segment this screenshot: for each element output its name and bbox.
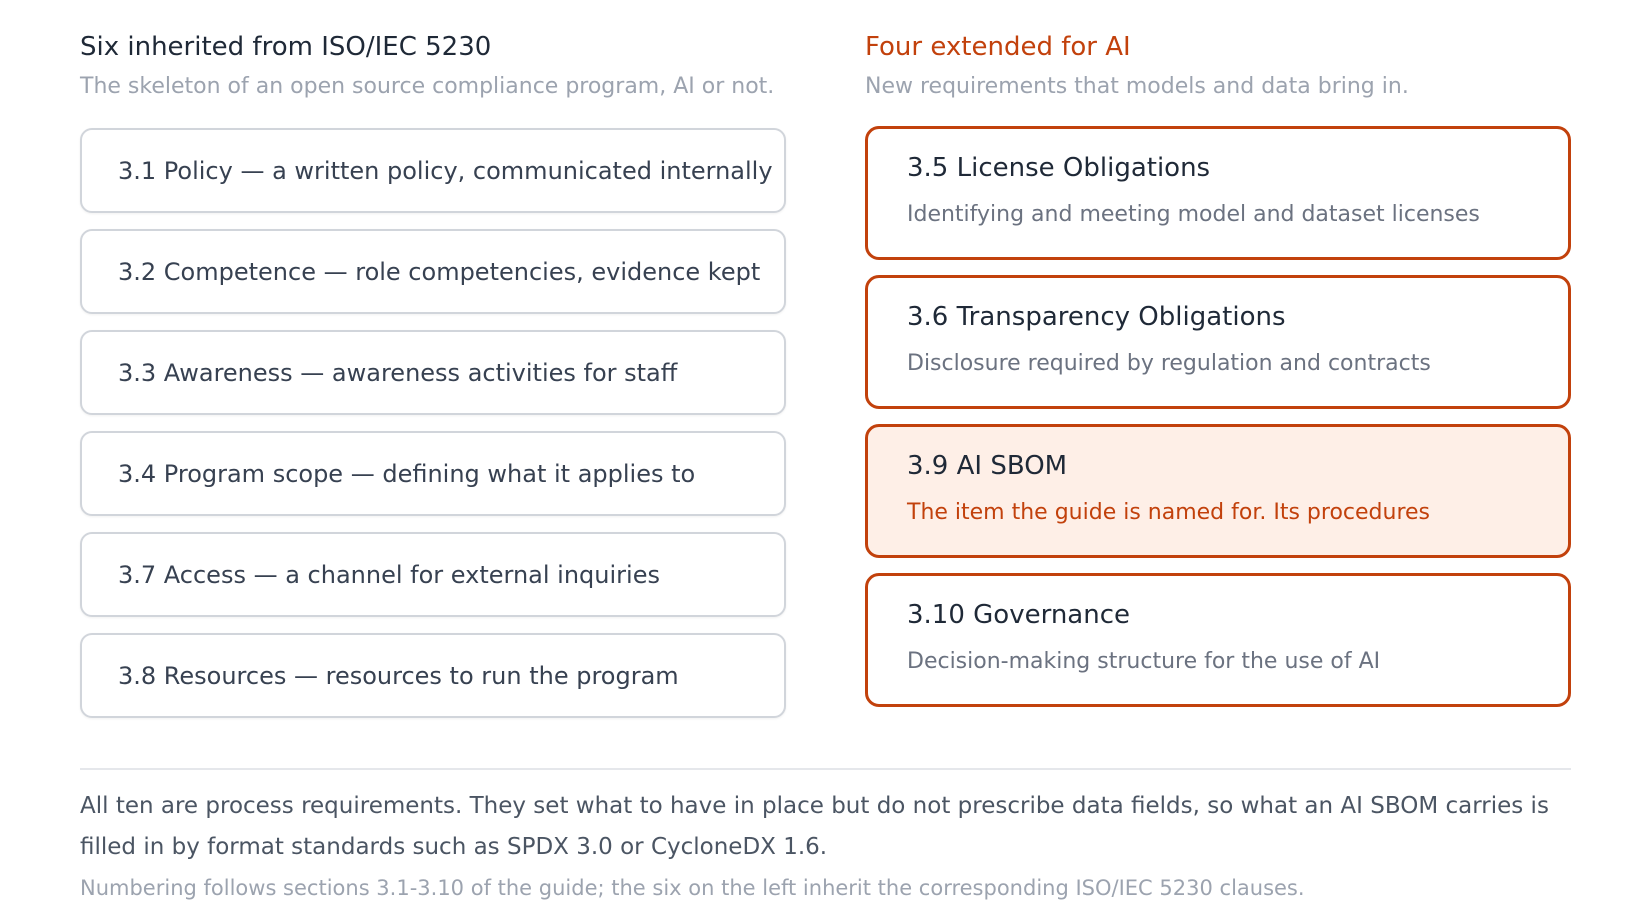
inherited-subtitle: The skeleton of an open source complianc… [80, 74, 775, 99]
extended-title: Four extended for AI [865, 32, 1131, 62]
inherited-item-resources: 3.8 Resources — resources to run the pro… [80, 633, 786, 718]
footer-divider [80, 768, 1571, 770]
extended-subtitle: New requirements that models and data br… [865, 74, 1409, 99]
inherited-column: Six inherited from ISO/IEC 5230 The skel… [80, 30, 786, 734]
extended-item-title: 3.10 Governance [907, 600, 1131, 630]
footer-summary: All ten are process requirements. They s… [80, 793, 1549, 860]
footer-note: Numbering follows sections 3.1-3.10 of t… [80, 876, 1305, 900]
inherited-list: 3.1 Policy — a written policy, communica… [80, 128, 786, 718]
inherited-title: Six inherited from ISO/IEC 5230 [80, 32, 492, 62]
extended-item-title: 3.9 AI SBOM [907, 451, 1068, 481]
extended-item-title: 3.6 Transparency Obligations [907, 302, 1286, 332]
extended-item-desc: Disclosure required by regulation and co… [907, 351, 1431, 376]
extended-item-governance: 3.10 Governance Decision-making structur… [865, 573, 1571, 707]
extended-item-title: 3.5 License Obligations [907, 153, 1211, 183]
extended-list: 3.5 License Obligations Identifying and … [865, 126, 1571, 707]
page: Six inherited from ISO/IEC 5230 The skel… [0, 0, 1640, 904]
extended-column: Four extended for AI New requirements th… [865, 30, 1571, 722]
extended-item-transparency-obligations: 3.6 Transparency Obligations Disclosure … [865, 275, 1571, 409]
inherited-item-access: 3.7 Access — a channel for external inqu… [80, 532, 786, 617]
inherited-item-competence: 3.2 Competence — role competencies, evid… [80, 229, 786, 314]
extended-item-desc: Identifying and meeting model and datase… [907, 202, 1480, 227]
extended-item-license-obligations: 3.5 License Obligations Identifying and … [865, 126, 1571, 260]
inherited-item-program-scope: 3.4 Program scope — defining what it app… [80, 431, 786, 516]
inherited-item-policy: 3.1 Policy — a written policy, communica… [80, 128, 786, 213]
inherited-item-awareness: 3.3 Awareness — awareness activities for… [80, 330, 786, 415]
extended-item-desc: Decision-making structure for the use of… [907, 649, 1381, 674]
extended-item-desc: The item the guide is named for. Its pro… [907, 500, 1431, 525]
extended-item-ai-sbom: 3.9 AI SBOM The item the guide is named … [865, 424, 1571, 558]
